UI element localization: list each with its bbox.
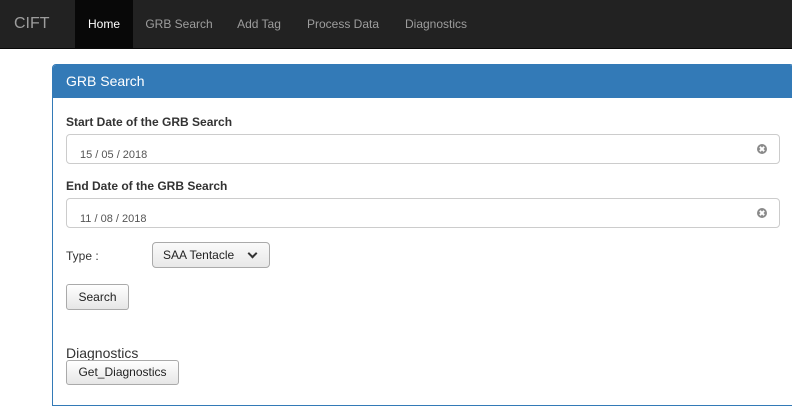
grb-search-panel: GRB Search Start Date of the GRB Search … (52, 64, 792, 406)
search-button[interactable]: Search (66, 284, 129, 310)
nav-item-grb-search[interactable]: GRB Search (137, 0, 221, 48)
type-select[interactable]: SAA Tentacle (152, 242, 270, 268)
nav-item-home[interactable]: Home (75, 0, 133, 48)
chevron-down-icon (247, 248, 258, 259)
type-label: Type : (66, 249, 99, 263)
start-date-input[interactable]: 15 / 05 / 2018 (66, 134, 780, 164)
panel-heading: GRB Search (53, 65, 792, 98)
clear-icon[interactable] (757, 144, 767, 154)
get-diagnostics-button[interactable]: Get_Diagnostics (66, 360, 179, 385)
brand-logo[interactable]: CIFT (14, 0, 50, 48)
nav-item-add-tag[interactable]: Add Tag (229, 0, 289, 48)
start-date-value: 15 / 05 / 2018 (80, 149, 148, 161)
top-navbar: CIFT Home GRB Search Add Tag Process Dat… (0, 0, 792, 49)
end-date-input[interactable]: 11 / 08 / 2018 (66, 198, 780, 228)
end-date-value: 11 / 08 / 2018 (80, 213, 147, 225)
diagnostics-section-title: Diagnostics (66, 345, 139, 361)
clear-icon[interactable] (757, 208, 767, 218)
panel-title: GRB Search (66, 73, 145, 89)
type-select-value: SAA Tentacle (163, 248, 235, 262)
nav-item-diagnostics[interactable]: Diagnostics (396, 0, 476, 48)
end-date-label: End Date of the GRB Search (66, 179, 228, 193)
nav-item-process-data[interactable]: Process Data (298, 0, 388, 48)
start-date-label: Start Date of the GRB Search (66, 115, 233, 129)
